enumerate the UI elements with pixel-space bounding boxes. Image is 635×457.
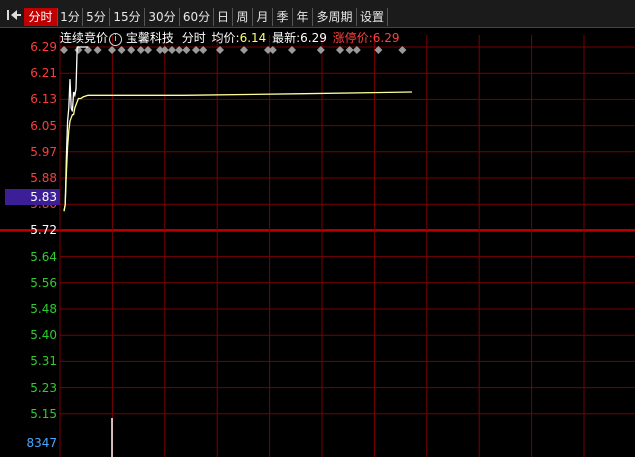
info-icon[interactable]: i xyxy=(109,33,123,46)
trading-mode: 连续竞价 xyxy=(60,31,109,45)
chart-kind: 分时 xyxy=(181,31,206,45)
y-tick-label: 5.88 xyxy=(30,171,57,185)
limit-value: 6.29 xyxy=(372,31,400,45)
y-tick-label: 6.05 xyxy=(30,118,57,133)
quote-info-bar: 连续竞价 i 宝馨科技 分时 均价:6.14 最新:6.29 涨停价:6.29 xyxy=(60,29,400,46)
intraday-chart[interactable] xyxy=(0,0,635,457)
y-tick-label: 6.29 xyxy=(30,40,57,54)
chart-grid xyxy=(0,35,635,457)
y-tick-label: 6.13 xyxy=(30,92,57,107)
y-tick-label: 5.23 xyxy=(30,380,57,395)
y-tick-label: 5.97 xyxy=(30,144,57,159)
avg-label: 均价: xyxy=(211,31,240,45)
y-tick-label: 5.64 xyxy=(30,249,57,264)
y-tick-label: 6.21 xyxy=(30,66,57,81)
limit-label: 涨停价: xyxy=(332,31,373,45)
avg-value: 6.14 xyxy=(239,31,267,45)
y-tick-label: 5.48 xyxy=(30,302,57,316)
volume-axis-label: 8347 xyxy=(26,436,57,450)
price-axis: 6.296.216.136.055.975.885.805.725.645.56… xyxy=(0,0,60,457)
y-tick-label: 5.15 xyxy=(30,406,57,421)
latest-value: 6.29 xyxy=(300,31,327,45)
chart-lines xyxy=(63,46,413,457)
stock-name: 宝馨科技 xyxy=(125,31,174,45)
y-tick-label: 5.40 xyxy=(30,328,57,343)
y-tick-label: 5.56 xyxy=(30,275,57,290)
crosshair-price-label: 5.83 xyxy=(5,189,60,205)
y-tick-label: 5.31 xyxy=(30,354,57,369)
y-tick-label: 5.72 xyxy=(30,223,57,238)
latest-label: 最新: xyxy=(272,31,301,45)
price-line xyxy=(63,46,88,212)
